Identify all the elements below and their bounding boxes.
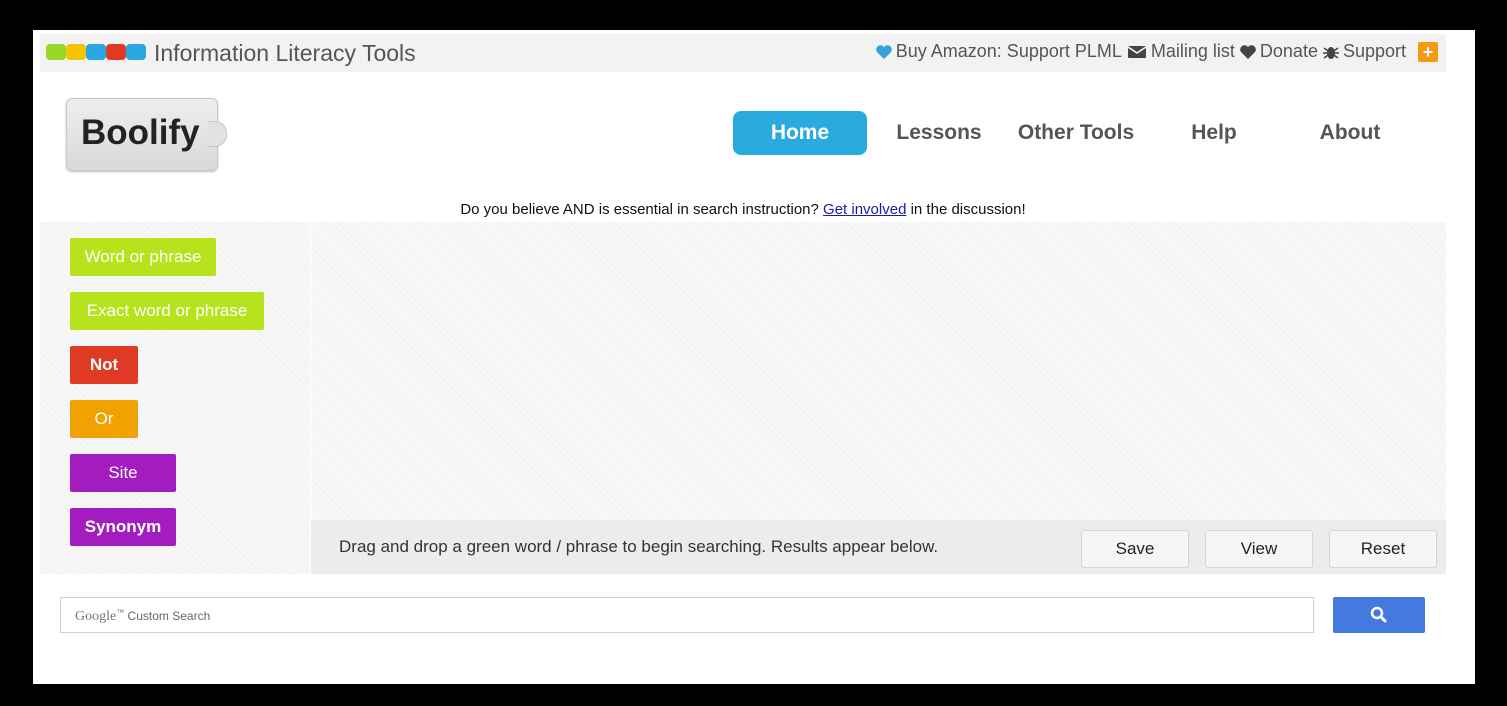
- mailing-list-label: Mailing list: [1150, 41, 1235, 61]
- support-label: Support: [1342, 41, 1406, 61]
- donate-link[interactable]: Donate: [1239, 41, 1318, 62]
- logo-piece: [86, 44, 106, 60]
- query-drop-zone[interactable]: [311, 222, 1446, 520]
- search-button[interactable]: [1333, 597, 1425, 633]
- nav-other-tools[interactable]: Other Tools: [1013, 111, 1139, 155]
- logo-piece: [46, 44, 66, 60]
- notice-text: Do you believe AND is essential in searc…: [460, 201, 824, 218]
- plus-icon[interactable]: +: [1418, 41, 1438, 62]
- main-nav: Home Lessons Other Tools Help About: [33, 111, 1475, 155]
- logo-piece: [106, 44, 126, 60]
- support-link[interactable]: Support: [1322, 41, 1406, 62]
- or-block[interactable]: Or: [70, 400, 138, 438]
- buy-amazon-link[interactable]: Buy Amazon: Support PLML: [875, 41, 1122, 62]
- nav-home[interactable]: Home: [733, 111, 867, 155]
- save-button[interactable]: Save: [1081, 530, 1189, 568]
- buy-amazon-label: Buy Amazon: Support PLML: [895, 41, 1122, 61]
- notice-text-end: in the discussion!: [906, 201, 1026, 218]
- block-palette: Word or phrase Exact word or phrase Not …: [40, 222, 310, 574]
- search-placeholder: Google™ Custom Search: [75, 608, 210, 625]
- bug-icon: [1322, 46, 1339, 59]
- mailing-list-link[interactable]: Mailing list: [1126, 41, 1235, 62]
- action-bar: Drag and drop a green word / phrase to b…: [311, 520, 1446, 574]
- view-button[interactable]: View: [1205, 530, 1313, 568]
- donate-label: Donate: [1259, 41, 1318, 61]
- custom-search-text: Custom Search: [124, 609, 211, 623]
- top-bar: Information Literacy Tools Buy Amazon: S…: [40, 34, 1446, 72]
- site-block[interactable]: Site: [70, 454, 176, 492]
- google-brand: Google: [75, 609, 117, 624]
- logo-piece: [66, 44, 86, 60]
- instructions-text: Drag and drop a green word / phrase to b…: [339, 537, 939, 556]
- nav-lessons[interactable]: Lessons: [891, 111, 987, 155]
- nav-help[interactable]: Help: [1183, 111, 1245, 155]
- exact-word-or-phrase-block[interactable]: Exact word or phrase: [70, 292, 264, 330]
- site-title[interactable]: Information Literacy Tools: [154, 40, 416, 67]
- heart-icon: [875, 44, 892, 59]
- reset-button[interactable]: Reset: [1329, 530, 1437, 568]
- get-involved-link[interactable]: Get involved: [823, 201, 906, 218]
- search-icon: [1370, 606, 1387, 623]
- page: Information Literacy Tools Buy Amazon: S…: [33, 30, 1475, 684]
- synonym-block[interactable]: Synonym: [70, 508, 176, 546]
- notice-banner: Do you believe AND is essential in searc…: [33, 201, 1453, 218]
- search-input[interactable]: Google™ Custom Search: [60, 597, 1314, 633]
- nav-about[interactable]: About: [1315, 111, 1385, 155]
- heart-icon: [1240, 44, 1256, 59]
- envelope-icon: [1127, 45, 1147, 58]
- glean-logo[interactable]: [46, 44, 151, 62]
- top-links: Buy Amazon: Support PLML Mailing list Do…: [875, 41, 1438, 62]
- logo-piece: [126, 44, 146, 60]
- not-block[interactable]: Not: [70, 346, 138, 384]
- word-or-phrase-block[interactable]: Word or phrase: [70, 238, 216, 276]
